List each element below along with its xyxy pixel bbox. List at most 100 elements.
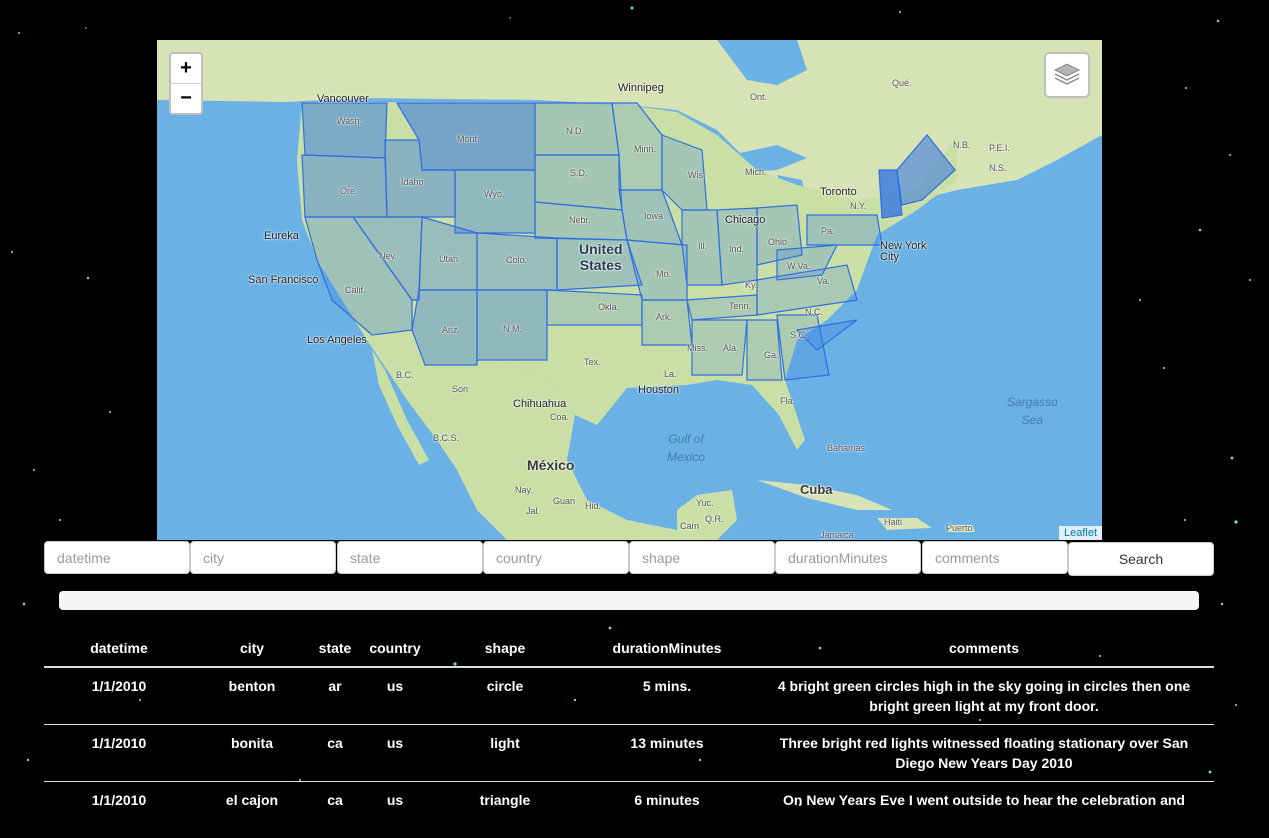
map-container[interactable]: Vancouver Winnipeg Qué. Ont. N.B. P.E.I.… [157,40,1102,540]
map-tiles [157,40,1102,540]
map-label-winnipeg: Winnipeg [618,82,664,94]
column-header[interactable]: state [310,630,360,667]
map-label-los-angeles: Los Angeles [307,334,367,346]
table-cell: ar [310,667,360,725]
layers-button[interactable] [1044,52,1090,98]
table-cell: triangle [430,782,580,838]
map-label-nb: N.B. [953,140,971,150]
map-label-gulf-of-mexico: Gulf of Mexico [667,430,705,466]
map-label-que: Qué. [892,78,912,88]
map-label-vancouver: Vancouver [317,93,369,105]
map-label-state: La. [664,369,677,379]
comments-filter-input[interactable] [922,541,1068,574]
map-label-cuba: Cuba [800,482,833,497]
map-label-state: Fla. [780,396,795,406]
map-label-state: Son [452,384,468,394]
map-label-state: Pa. [821,226,835,236]
map-label-pei: P.E.I. [989,143,1010,153]
map-label-state: Miss. [687,343,708,353]
layers-icon [1053,62,1081,88]
table-cell: 6 minutes [580,782,754,838]
map-label-state: Nay. [515,485,533,495]
search-button[interactable]: Search [1068,542,1214,576]
map-label-state: Okla. [598,302,619,312]
table-cell: circle [430,667,580,725]
city-filter-input[interactable] [190,541,336,574]
map-label-state: Ky. [745,280,757,290]
map-label-sargasso-2: Sea [1007,411,1058,429]
map-label-sargasso-sea: Sargasso Sea [1007,393,1058,429]
column-header[interactable]: datetime [44,630,194,667]
map-label-haiti: Haiti [884,517,902,527]
map-label-state: Jal. [526,506,540,516]
country-filter-input[interactable] [483,541,629,574]
zoom-control: + − [169,52,203,115]
map-label-mexico: México [527,457,574,473]
map-label-chihuahua: Chihuahua [513,398,566,410]
table-cell: 5 mins. [580,667,754,725]
map-label-state: S.C. [790,330,808,340]
map-label-state: Ariz. [442,325,460,335]
map-label-puerto-rico: Puerto [946,523,973,533]
map-label-state: Wis. [688,170,706,180]
column-header[interactable]: comments [754,630,1214,667]
map-label-state: Va. [817,276,830,286]
map-label-gulf-mexico: Mexico [667,448,705,466]
zoom-in-button[interactable]: + [171,54,201,84]
map-label-state: B.C. [396,370,414,380]
table-cell: Three bright red lights witnessed floati… [754,725,1214,782]
map-label-sargasso: Sargasso [1007,393,1058,411]
table-cell: 1/1/2010 [44,782,194,838]
map-label-state: Ill. [698,241,707,251]
map-label-state: Mo. [656,269,671,279]
map-label-san-francisco: San Francisco [248,274,318,286]
map-label-state: Idaho [401,177,424,187]
map-label-state: Ga. [764,350,779,360]
table-cell: On New Years Eve I went outside to hear … [754,782,1214,838]
leaflet-attribution-link[interactable]: Leaflet [1059,526,1102,540]
map-label-gulf: Gulf of [667,430,705,448]
table-cell: el cajon [194,782,310,838]
map-label-state: Coa. [550,412,569,422]
duration-filter-input[interactable] [775,541,921,574]
ufo-sightings-table: datetime city state country shape durati… [44,630,1214,838]
map-label-houston: Houston [638,384,679,396]
map-label-state: N.C. [805,307,823,317]
map-label-chicago: Chicago [725,214,765,226]
table-row: 1/1/2010 benton ar us circle 5 mins. 4 b… [44,667,1214,725]
map-label-state: Q.R. [705,514,724,524]
map-label-state: Cam [680,521,699,531]
map-label-state: Ohio [768,237,787,247]
datetime-filter-input[interactable] [44,541,190,574]
map-label-new-york-city: City [880,251,899,263]
map-label-eureka: Eureka [264,230,299,242]
column-header[interactable]: country [360,630,430,667]
map-label-state: Mich. [745,167,767,177]
map-label-toronto: Toronto [820,186,857,198]
map-label-state: B.C.S. [433,433,459,443]
map-label-state: Nev. [379,251,397,261]
map-label-state: Ind. [729,244,744,254]
map-label-state: Wyo. [484,189,504,199]
progress-bar [59,591,1199,610]
column-header[interactable]: city [194,630,310,667]
table-cell: 13 minutes [580,725,754,782]
map-label-ont: Ont. [750,92,767,102]
map-label-state: N.M. [503,324,522,334]
zoom-out-button[interactable]: − [171,84,201,113]
table-cell: ca [310,782,360,838]
map-label-bahamas: Bahamas [827,443,865,453]
column-header[interactable]: shape [430,630,580,667]
table-cell: 1/1/2010 [44,667,194,725]
table-cell: 1/1/2010 [44,725,194,782]
map-label-state: Minn. [634,144,656,154]
table-cell: 4 bright green circles high in the sky g… [754,667,1214,725]
column-header[interactable]: durationMinutes [580,630,754,667]
table-header-row: datetime city state country shape durati… [44,630,1214,667]
table-row: 1/1/2010 bonita ca us light 13 minutes T… [44,725,1214,782]
table-cell: ca [310,725,360,782]
state-filter-input[interactable] [337,541,483,574]
map-label-united: United [579,241,623,257]
map-label-state: Colo. [506,255,527,265]
shape-filter-input[interactable] [629,541,775,574]
